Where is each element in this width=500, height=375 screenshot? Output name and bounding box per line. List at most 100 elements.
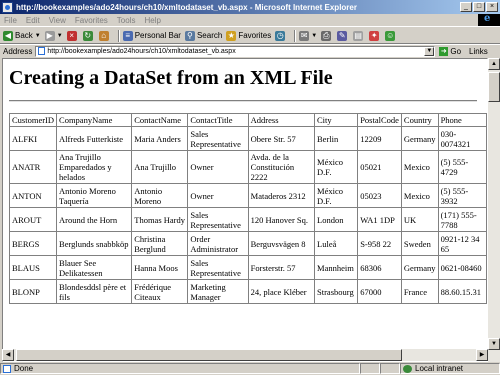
- table-cell: 12209: [357, 126, 402, 151]
- status-text: Done: [14, 364, 34, 373]
- menu-tools[interactable]: Tools: [117, 16, 136, 25]
- mail-dropdown-icon[interactable]: ▼: [311, 33, 317, 39]
- maximize-button[interactable]: □: [473, 2, 485, 12]
- table-cell: S-958 22: [357, 231, 402, 256]
- table-row: ANTON Antonio Moreno Taquería Antonio More…: [8, 183, 487, 208]
- column-header: City: [314, 113, 359, 127]
- toolbar-separator: [294, 29, 297, 42]
- table-cell: 030-0074321: [437, 126, 487, 151]
- table-row: AROUT Around the Horn Thomas Hardy Sales Re…: [8, 207, 487, 232]
- refresh-button[interactable]: ↻: [82, 30, 95, 41]
- search-button[interactable]: ⚲ Search: [184, 30, 223, 41]
- go-label: Go: [450, 46, 462, 56]
- table-cell: ALFKI: [8, 126, 58, 151]
- table-cell: Around the Horn: [56, 207, 133, 232]
- personal-bar-button[interactable]: ≡ Personal Bar: [122, 30, 181, 41]
- home-button[interactable]: ⌂: [98, 30, 111, 41]
- edit-button[interactable]: ✎: [337, 30, 349, 41]
- links-button[interactable]: Links: [469, 47, 488, 56]
- table-cell: BLONP: [8, 279, 58, 304]
- table-row: BLAUS Blauer See Delikatessen Hanna Moos Sa…: [8, 255, 487, 280]
- status-text-cell: Done: [0, 363, 360, 374]
- vertical-scroll-thumb[interactable]: [488, 72, 500, 102]
- menu-view[interactable]: View: [49, 16, 66, 25]
- address-input[interactable]: http://bookexamples/ado24hours/ch10/xmlt…: [35, 45, 436, 57]
- scroll-down-arrow-icon[interactable]: ▼: [488, 338, 500, 350]
- menu-bar: File Edit View Favorites Tools Help: [0, 13, 500, 27]
- table-row: ANATR Ana Trujillo Emparedados y helados A…: [8, 150, 487, 184]
- print-button[interactable]: ⎙: [321, 30, 333, 41]
- table-cell: Sales Representative: [187, 126, 249, 151]
- stop-icon: ×: [66, 30, 77, 41]
- mail-button[interactable]: ✉ ▼: [299, 30, 317, 41]
- scroll-right-arrow-icon[interactable]: ▶: [476, 349, 488, 361]
- horizontal-rule: [9, 100, 477, 102]
- table-cell: Sales Representative: [187, 207, 249, 232]
- column-header: PostalCode: [357, 113, 402, 127]
- messenger-button[interactable]: ☺: [385, 30, 397, 41]
- table-cell: 120 Hanover Sq.: [247, 207, 316, 232]
- table-cell: 0621-08460: [437, 255, 487, 280]
- address-label: Address: [3, 46, 33, 56]
- table-cell: Maria Anders: [131, 126, 189, 151]
- go-button[interactable]: ➜ Go: [439, 46, 462, 56]
- horizontal-scrollbar[interactable]: ◀ ▶: [2, 349, 488, 361]
- table-cell: Antonio Moreno Taquería: [56, 183, 133, 208]
- scroll-up-arrow-icon[interactable]: ▲: [488, 58, 500, 70]
- table-cell: ANTON: [8, 183, 58, 208]
- table-cell: Berglunds snabbköp: [56, 231, 133, 256]
- table-header-row: CustomerID CompanyName ContactName Conta…: [8, 113, 487, 127]
- close-button[interactable]: ×: [486, 2, 498, 12]
- column-header: Address: [247, 113, 316, 127]
- customers-table: CustomerID CompanyName ContactName Conta…: [8, 113, 487, 304]
- menu-favorites[interactable]: Favorites: [75, 16, 108, 25]
- back-dropdown-icon[interactable]: ▼: [35, 33, 41, 39]
- status-cell-empty: [380, 363, 400, 374]
- table-cell: Ana Trujillo: [131, 150, 189, 184]
- minimize-button[interactable]: _: [460, 2, 472, 12]
- table-cell: Blondesddsl père et fils: [56, 279, 133, 304]
- personal-bar-icon: ≡: [122, 30, 133, 41]
- edit-icon: ✎: [337, 30, 348, 41]
- menu-file[interactable]: File: [4, 16, 17, 25]
- column-header: ContactTitle: [187, 113, 249, 127]
- column-header: Country: [400, 113, 439, 127]
- page-icon: [38, 47, 46, 55]
- table-cell: (171) 555-7788: [437, 207, 487, 232]
- stop-button[interactable]: ×: [66, 30, 79, 41]
- menu-help[interactable]: Help: [144, 16, 160, 25]
- table-cell: (5) 555-4729: [437, 150, 487, 184]
- standard-toolbar: ◀ Back ▼ ▶ ▼ × ↻ ⌂ ≡ Personal Bar ⚲ Sear…: [0, 28, 500, 44]
- related-button[interactable]: ✦: [369, 30, 381, 41]
- horizontal-scroll-thumb[interactable]: [16, 349, 402, 361]
- table-cell: London: [314, 207, 359, 232]
- forward-button[interactable]: ▶ ▼: [44, 30, 63, 41]
- search-icon: ⚲: [184, 30, 195, 41]
- discuss-button[interactable]: ▤: [353, 30, 365, 41]
- table-cell: Thomas Hardy: [131, 207, 189, 232]
- address-dropdown-icon[interactable]: ▼: [424, 46, 435, 56]
- search-label: Search: [196, 31, 223, 40]
- table-cell: Mexico: [400, 183, 439, 208]
- table-cell: 88.60.15.31: [437, 279, 487, 304]
- table-cell: 05023: [357, 183, 402, 208]
- menu-edit[interactable]: Edit: [26, 16, 40, 25]
- table-cell: 0921-12 34 65: [437, 231, 487, 256]
- forward-dropdown-icon[interactable]: ▼: [57, 33, 63, 39]
- column-header: CustomerID: [8, 113, 58, 127]
- table-cell: Sales Representative: [187, 255, 249, 280]
- table-cell: BERGS: [8, 231, 58, 256]
- table-cell: Marketing Manager: [187, 279, 249, 304]
- home-icon: ⌂: [98, 30, 109, 41]
- related-icon: ✦: [369, 30, 380, 41]
- history-button[interactable]: ◷: [275, 30, 287, 41]
- favorites-button[interactable]: ★ Favorites: [226, 30, 271, 41]
- table-cell: México D.F.: [314, 183, 359, 208]
- scroll-left-arrow-icon[interactable]: ◀: [2, 349, 14, 361]
- toolbar-separator: [117, 29, 120, 42]
- vertical-scrollbar[interactable]: ▲ ▼: [488, 58, 500, 362]
- discuss-icon: ▤: [353, 30, 364, 41]
- favorites-icon: ★: [226, 30, 237, 41]
- table-cell: UK: [400, 207, 439, 232]
- back-button[interactable]: ◀ Back ▼: [3, 30, 41, 41]
